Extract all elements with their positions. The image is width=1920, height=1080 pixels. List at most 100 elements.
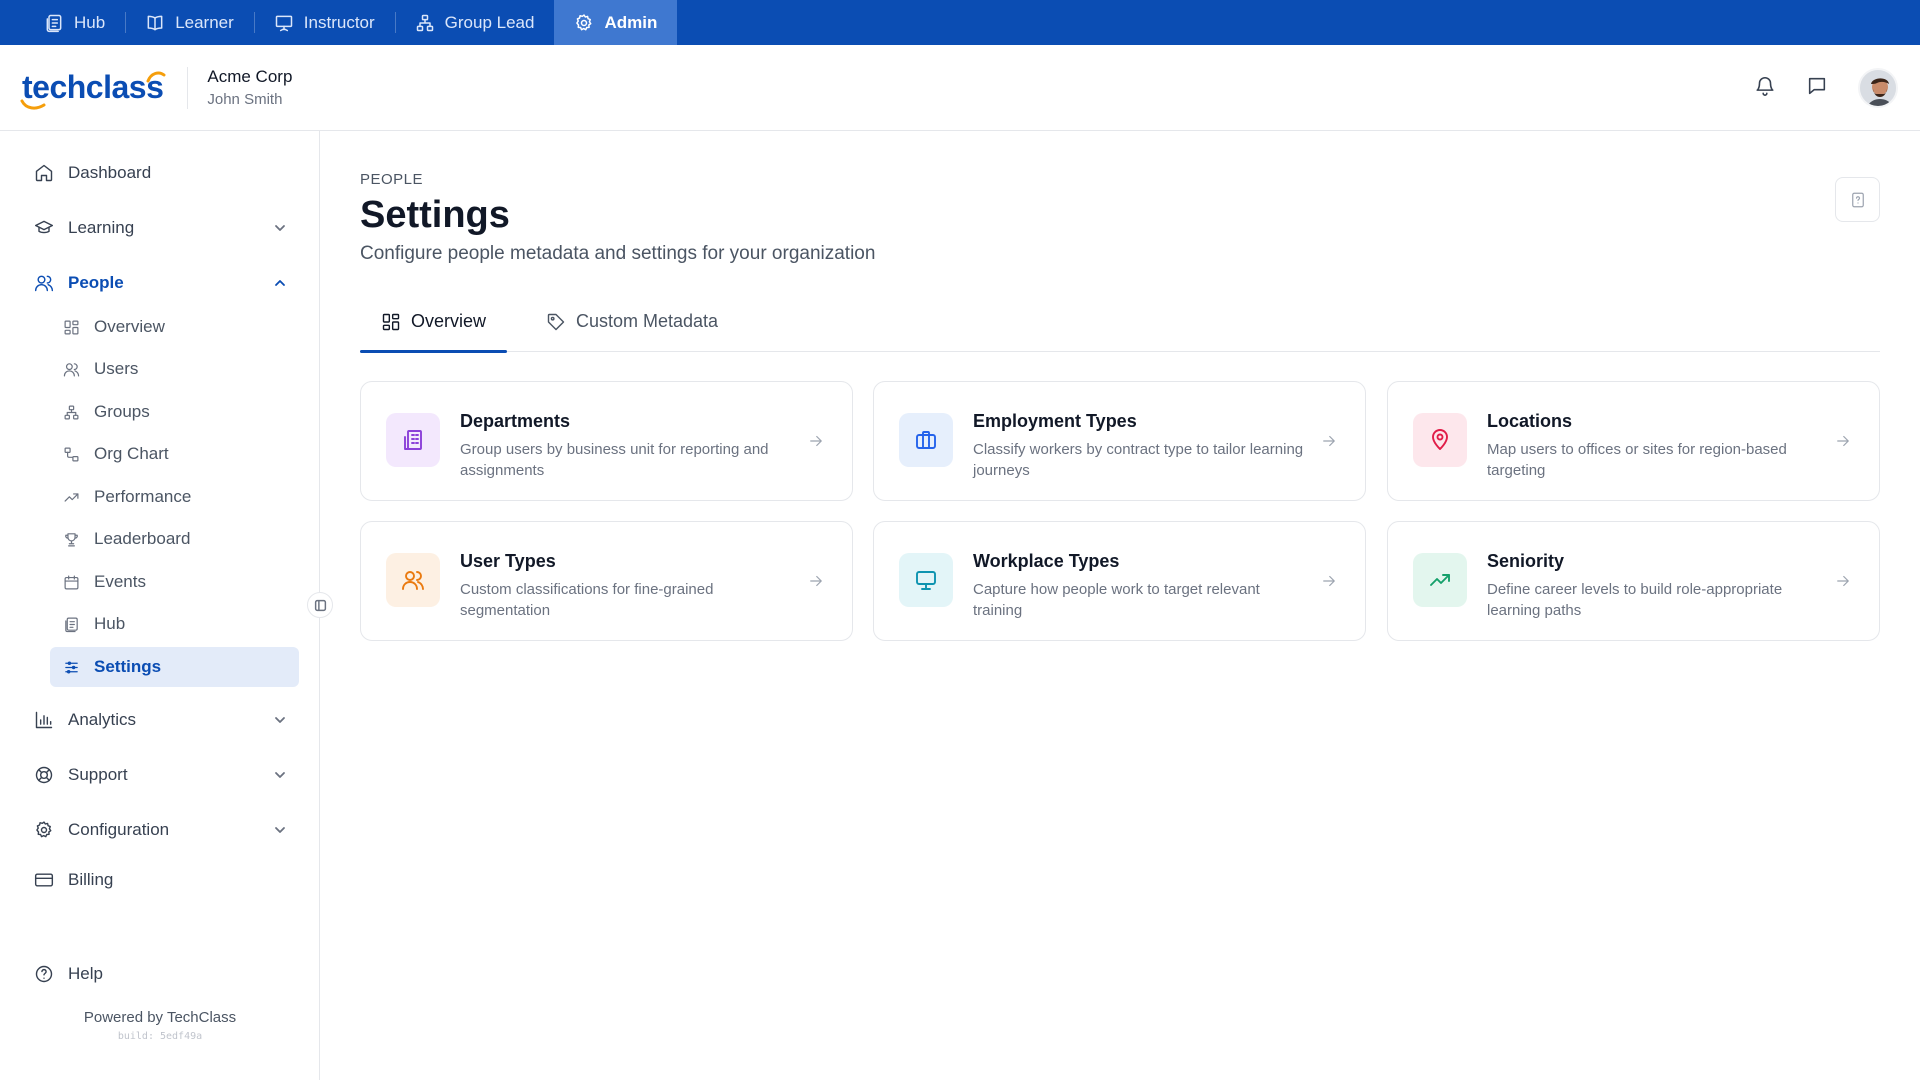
sidebar-subitem-label: Events (94, 572, 146, 591)
sidebar-subitem-label: Users (94, 359, 139, 378)
graduation-cap-icon (34, 220, 54, 234)
techclass-logo[interactable]: techclass (20, 63, 166, 113)
org-tree-icon (416, 14, 433, 31)
bell-icon (1756, 76, 1774, 96)
notifications-button[interactable] (1754, 75, 1776, 102)
role-admin[interactable]: Admin (554, 0, 678, 45)
bar-chart-icon (35, 711, 53, 729)
sidebar-subitem-groups[interactable]: Groups (50, 392, 299, 432)
page-subtitle: Configure people metadata and settings f… (360, 243, 876, 264)
sidebar-item-label: Analytics (68, 710, 137, 729)
card-icon-badge (899, 413, 953, 467)
gear-icon (576, 13, 592, 30)
arrow-right-icon (810, 575, 822, 587)
card-icon-badge (386, 553, 440, 607)
card-description: Group users by business unit for reporti… (460, 441, 769, 479)
avatar[interactable] (1858, 68, 1898, 108)
chat-icon (1808, 77, 1826, 94)
sidebar-subitem-label: Hub (94, 614, 126, 633)
header-divider (187, 66, 189, 109)
sidebar-item-label: Help (68, 964, 103, 983)
org-chart-icon (64, 447, 79, 461)
sidebar-subitem-label: Settings (94, 657, 162, 676)
chevron-down-icon (275, 717, 285, 723)
user-name: John Smith (207, 91, 283, 108)
building-icon (404, 430, 422, 450)
sidebar-subitem-users[interactable]: Users (50, 349, 299, 389)
card-title: User Types (460, 551, 556, 571)
sidebar-subitem-performance[interactable]: Performance (50, 477, 299, 517)
arrow-right-icon (1323, 435, 1335, 447)
sidebar-item-help[interactable]: Help (34, 957, 288, 991)
role-instructor[interactable]: Instructor (253, 0, 395, 45)
sidebar-item-learning[interactable]: Learning (34, 211, 288, 245)
role-learner[interactable]: Learner (125, 0, 254, 45)
sidebar-item-dashboard[interactable]: Dashboard (34, 156, 288, 190)
sidebar-item-analytics[interactable]: Analytics (34, 703, 288, 737)
role-label: Hub (74, 12, 106, 32)
logo-swoosh-icon (20, 99, 46, 110)
sidebar-item-label: Billing (68, 870, 114, 889)
sidebar-subitem-label: Org Chart (94, 444, 169, 463)
sidebar-item-configuration[interactable]: Configuration (34, 813, 288, 847)
role-hub[interactable]: Hub (24, 0, 125, 45)
panel-left-icon (314, 599, 326, 611)
sidebar-item-label: Learning (68, 218, 135, 237)
card-icon-badge (899, 553, 953, 607)
sidebar-subitem-hub[interactable]: Hub (50, 604, 299, 644)
page-help-button[interactable] (1835, 177, 1880, 222)
header-actions (1754, 45, 1898, 131)
sidebar-item-people[interactable]: People (34, 266, 288, 300)
grid-icon (382, 313, 400, 330)
hub-icon (65, 617, 78, 632)
briefcase-icon (916, 431, 936, 449)
grid-icon (64, 320, 79, 334)
arrow-right-icon (1837, 435, 1849, 447)
user-avatar-icon (1860, 70, 1896, 106)
sidebar-subitem-settings[interactable]: Settings (50, 647, 299, 687)
settings-card-departments[interactable]: Departments Group users by business unit… (360, 381, 853, 501)
role-label: Instructor (303, 12, 375, 32)
settings-card-user-types[interactable]: User Types Custom classifications for fi… (360, 521, 853, 641)
map-pin-icon (1432, 429, 1448, 450)
org-switcher[interactable]: Acme Corp John Smith (207, 67, 292, 108)
sidebar-subitem-label: Groups (94, 402, 150, 421)
sidebar-item-label: Support (68, 765, 128, 784)
powered-by: Powered by TechClass (83, 1009, 237, 1026)
hub-icon (46, 14, 62, 32)
sidebar-subitem-events[interactable]: Events (50, 562, 299, 602)
sidebar: Dashboard Learning People Overview Users… (0, 131, 320, 1080)
sidebar-item-label: People (68, 273, 124, 292)
card-description: Capture how people work to target releva… (973, 581, 1260, 619)
settings-card-locations[interactable]: Locations Map users to offices or sites … (1387, 381, 1880, 501)
card-description: Custom classifications for fine-grained … (460, 581, 714, 619)
help-document-icon (1851, 192, 1864, 207)
sidebar-subitem-label: Overview (94, 317, 165, 336)
sliders-icon (65, 661, 78, 673)
chevron-up-icon (275, 280, 285, 286)
card-icon-badge (1413, 413, 1467, 467)
tab-label: Custom Metadata (576, 311, 719, 331)
card-icon-badge (386, 413, 440, 467)
tab-label: Overview (411, 311, 487, 331)
messages-button[interactable] (1806, 75, 1828, 102)
arrow-right-icon (1323, 575, 1335, 587)
sidebar-subitem-label: Leaderboard (94, 529, 191, 548)
card-title: Locations (1487, 411, 1573, 431)
tab-overview[interactable]: Overview (360, 291, 507, 353)
sidebar-subitem-leaderboard[interactable]: Leaderboard (50, 519, 299, 559)
sidebar-item-billing[interactable]: Billing (34, 863, 288, 897)
tab-custom-metadata[interactable]: Custom Metadata (546, 291, 718, 352)
settings-card-employment-types[interactable]: Employment Types Classify workers by con… (873, 381, 1366, 501)
sidebar-subitem-overview[interactable]: Overview (50, 307, 299, 347)
logo-wave-icon (146, 71, 166, 82)
settings-card-workplace-types[interactable]: Workplace Types Capture how people work … (873, 521, 1366, 641)
settings-card-seniority[interactable]: Seniority Define career levels to build … (1387, 521, 1880, 641)
sidebar-collapse-button[interactable] (307, 592, 333, 618)
role-group-lead[interactable]: Group Lead (394, 0, 555, 45)
monitor-icon (916, 571, 936, 590)
sidebar-item-support[interactable]: Support (34, 758, 288, 792)
sidebar-subitem-org-chart[interactable]: Org Chart (50, 434, 299, 474)
users-icon (63, 362, 80, 376)
chevron-down-icon (275, 225, 285, 231)
